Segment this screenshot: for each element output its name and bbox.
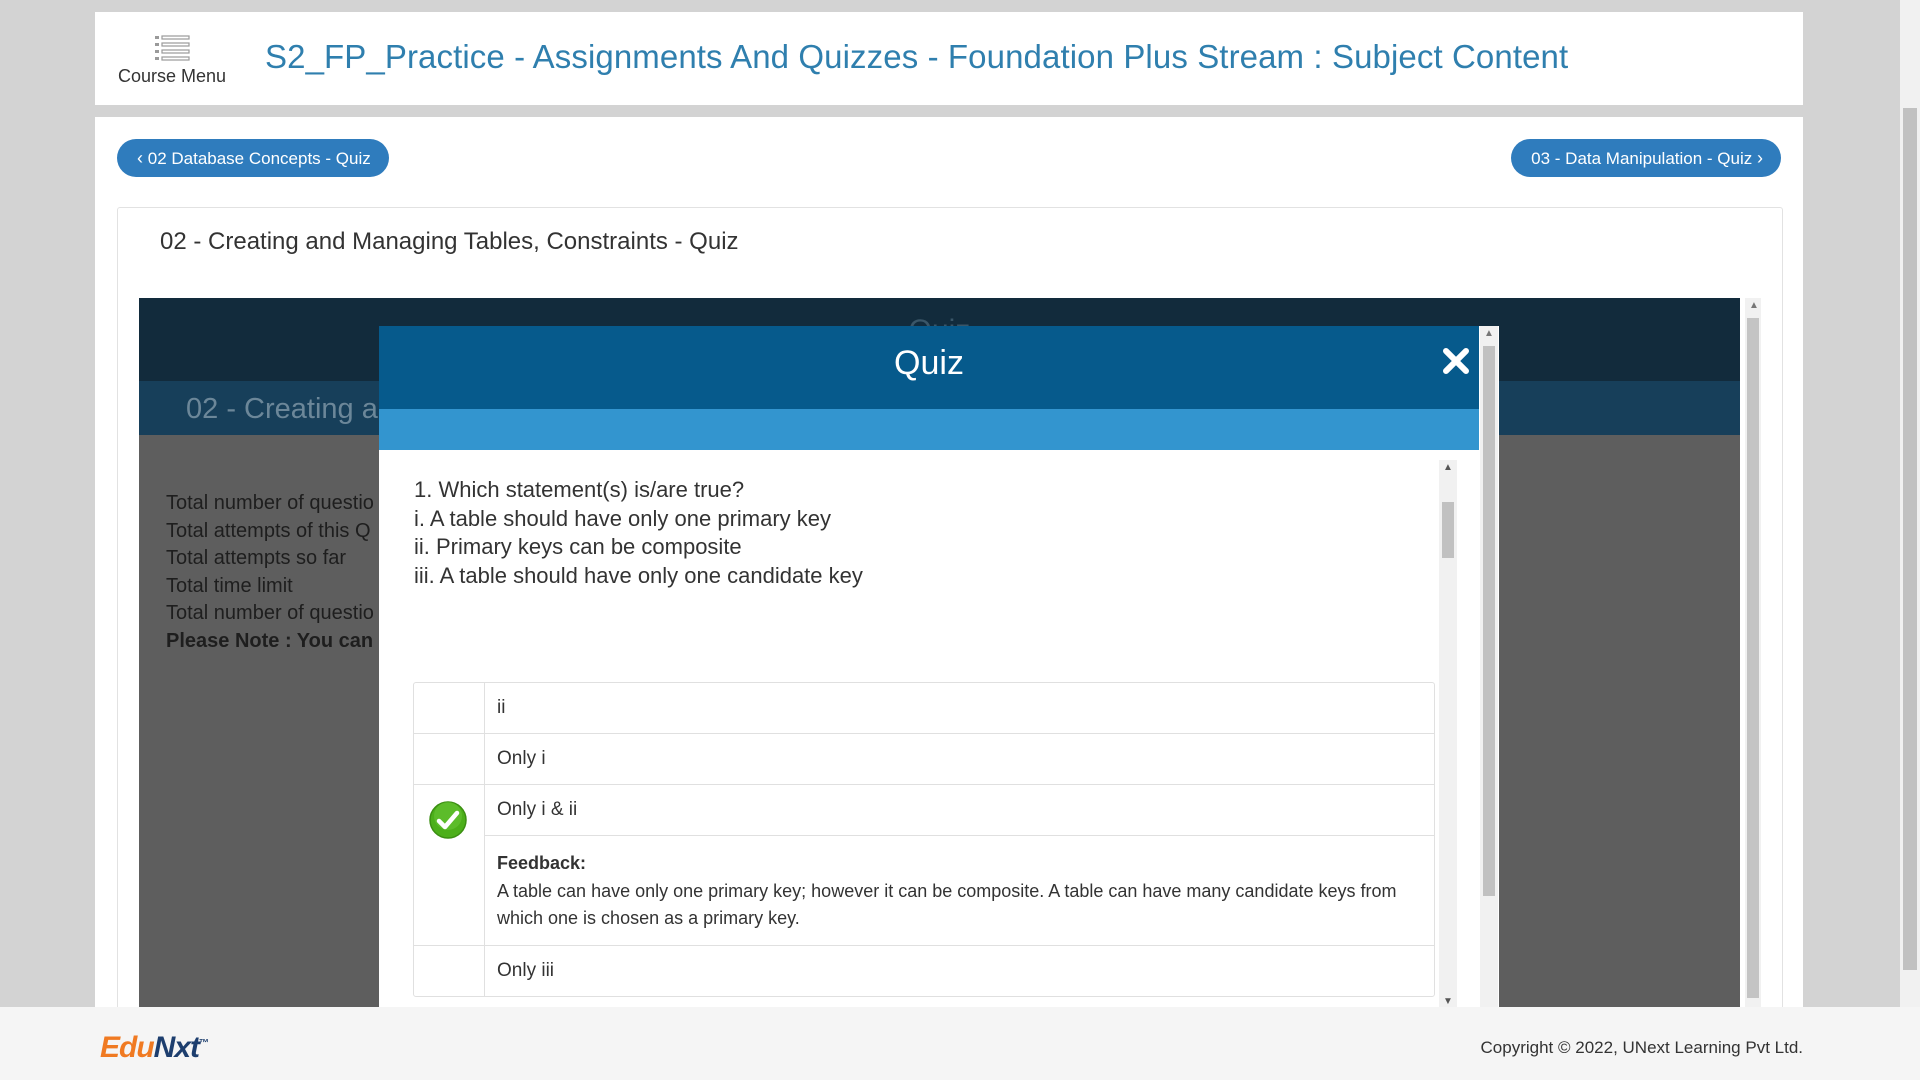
feedback-label: Feedback: (497, 853, 587, 873)
question-scrollbar[interactable]: ▲ ▼ (1439, 460, 1457, 1007)
answer-option-selected[interactable]: Only i & ii Feedback: A table can have o… (414, 784, 1434, 945)
frame-scrollbar[interactable]: ▲ (1745, 298, 1761, 1007)
question-line: 1. Which statement(s) is/are true? (414, 477, 745, 502)
info-line: Total time limit (166, 574, 293, 597)
next-quiz-button[interactable]: 03 - Data Manipulation - Quiz › (1511, 139, 1781, 177)
next-quiz-label: 03 - Data Manipulation - Quiz (1531, 149, 1753, 168)
option-marker (414, 734, 485, 784)
correct-check-icon (429, 801, 467, 839)
answer-option[interactable]: ii (414, 683, 1434, 733)
option-feedback: Feedback: A table can have only one prim… (485, 835, 1434, 945)
previous-quiz-label: 02 Database Concepts - Quiz (147, 149, 371, 168)
question-line: iii. A table should have only one candid… (414, 562, 863, 588)
frame-scroll-thumb[interactable] (1747, 318, 1759, 998)
scroll-up-arrow-icon[interactable]: ▲ (1443, 462, 1453, 473)
option-marker (414, 683, 485, 733)
option-label: Only i (497, 748, 546, 769)
chevron-right-icon: › (1757, 148, 1763, 168)
scroll-up-arrow-icon[interactable]: ▲ (1749, 300, 1759, 311)
modal-title: Quiz (894, 344, 964, 382)
chevron-left-icon: ‹ (137, 148, 143, 168)
quiz-info-list: Total number of questio Total attempts o… (166, 490, 374, 655)
page-title: S2_FP_Practice - Assignments And Quizzes… (265, 38, 1569, 75)
question-text: 1. Which statement(s) is/are true? i. A … (414, 476, 863, 590)
logo-edu-text: Edu (100, 1031, 155, 1064)
question-scroll-thumb[interactable] (1442, 502, 1454, 558)
scroll-down-arrow-icon[interactable]: ▼ (1443, 996, 1453, 1007)
question-area: 1. Which statement(s) is/are true? i. A … (379, 450, 1479, 1007)
quiz-modal: Quiz 1. Which statement(s) is/are true? … (379, 326, 1499, 1007)
feedback-text: A table can have only one primary key; h… (497, 880, 1397, 929)
answer-option[interactable]: Only iii (414, 944, 1434, 996)
logo-trademark: ™ (199, 1038, 209, 1049)
close-icon[interactable] (1439, 344, 1473, 378)
info-line: Total number of questio (166, 492, 374, 514)
info-line: Total number of questio (166, 602, 374, 624)
info-note: Please Note : You can (166, 629, 374, 652)
course-menu-button[interactable]: Course Menu (115, 34, 229, 87)
modal-scrollbar[interactable]: ▲ (1480, 326, 1498, 1007)
info-line: Total attempts so far (166, 547, 347, 569)
answer-options: ii Only i Only i & ii Feedback: A table … (413, 682, 1435, 997)
course-menu-label: Course Menu (117, 66, 227, 86)
modal-scroll-thumb[interactable] (1483, 346, 1495, 896)
question-line: i. A table should have only one primary … (414, 505, 832, 531)
option-label: Only iii (497, 959, 555, 981)
edunxt-logo: EduNxt™ (100, 1031, 209, 1065)
frame-subheader-title: 02 - Creating ar (186, 393, 388, 425)
answer-option[interactable]: Only i (414, 733, 1434, 784)
info-line: Total attempts of this Q (166, 519, 371, 542)
copyright-text: Copyright © 2022, UNext Learning Pvt Ltd… (1480, 1038, 1803, 1057)
scroll-up-arrow-icon[interactable]: ▲ (1484, 328, 1494, 339)
page-scroll-thumb[interactable] (1903, 108, 1917, 970)
menu-list-icon (155, 35, 190, 61)
page-scrollbar[interactable] (1900, 0, 1920, 1007)
logo-nxt-text: Nxt (153, 1031, 200, 1064)
option-label: ii (497, 697, 506, 718)
quiz-card-title: 02 - Creating and Managing Tables, Const… (160, 228, 739, 255)
modal-header: Quiz (379, 326, 1479, 409)
question-line: ii. Primary keys can be composite (414, 534, 742, 559)
top-header: Course Menu S2_FP_Practice - Assignments… (95, 12, 1803, 105)
option-marker (414, 785, 485, 945)
modal-band (379, 409, 1479, 450)
option-marker (414, 945, 485, 996)
option-label: Only i & ii (497, 799, 578, 820)
previous-quiz-button[interactable]: ‹ 02 Database Concepts - Quiz (117, 139, 389, 177)
footer: EduNxt™ Copyright © 2022, UNext Learning… (0, 1007, 1920, 1080)
